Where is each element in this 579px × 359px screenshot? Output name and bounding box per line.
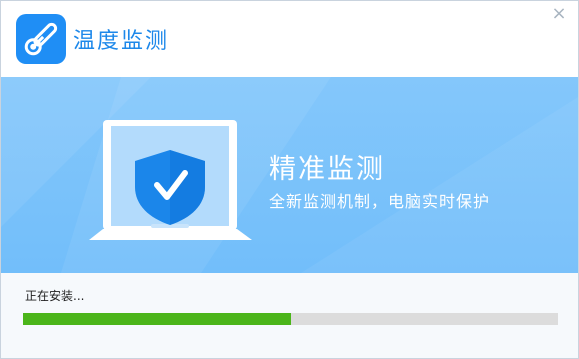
banner-subheading: 全新监测机制，电脑实时保护 [269, 192, 491, 211]
install-footer: 正在安装... [1, 273, 578, 358]
hero-banner: 精准监测 全新监测机制，电脑实时保护 [1, 77, 578, 273]
install-progress-bar [23, 313, 558, 325]
close-icon: × [551, 3, 567, 24]
thermometer-app-icon [16, 14, 66, 64]
close-button[interactable]: × [550, 5, 568, 23]
install-status-text: 正在安装... [25, 289, 85, 303]
install-progress-fill [23, 313, 291, 325]
banner-heading: 精准监测 [269, 154, 385, 185]
app-title: 温度监测 [73, 29, 170, 54]
installer-window: 温度监测 × 精准监测 全新监测机制，电脑实时保护 正在安装... [0, 0, 579, 359]
title-bar: 温度监测 × [1, 1, 578, 77]
